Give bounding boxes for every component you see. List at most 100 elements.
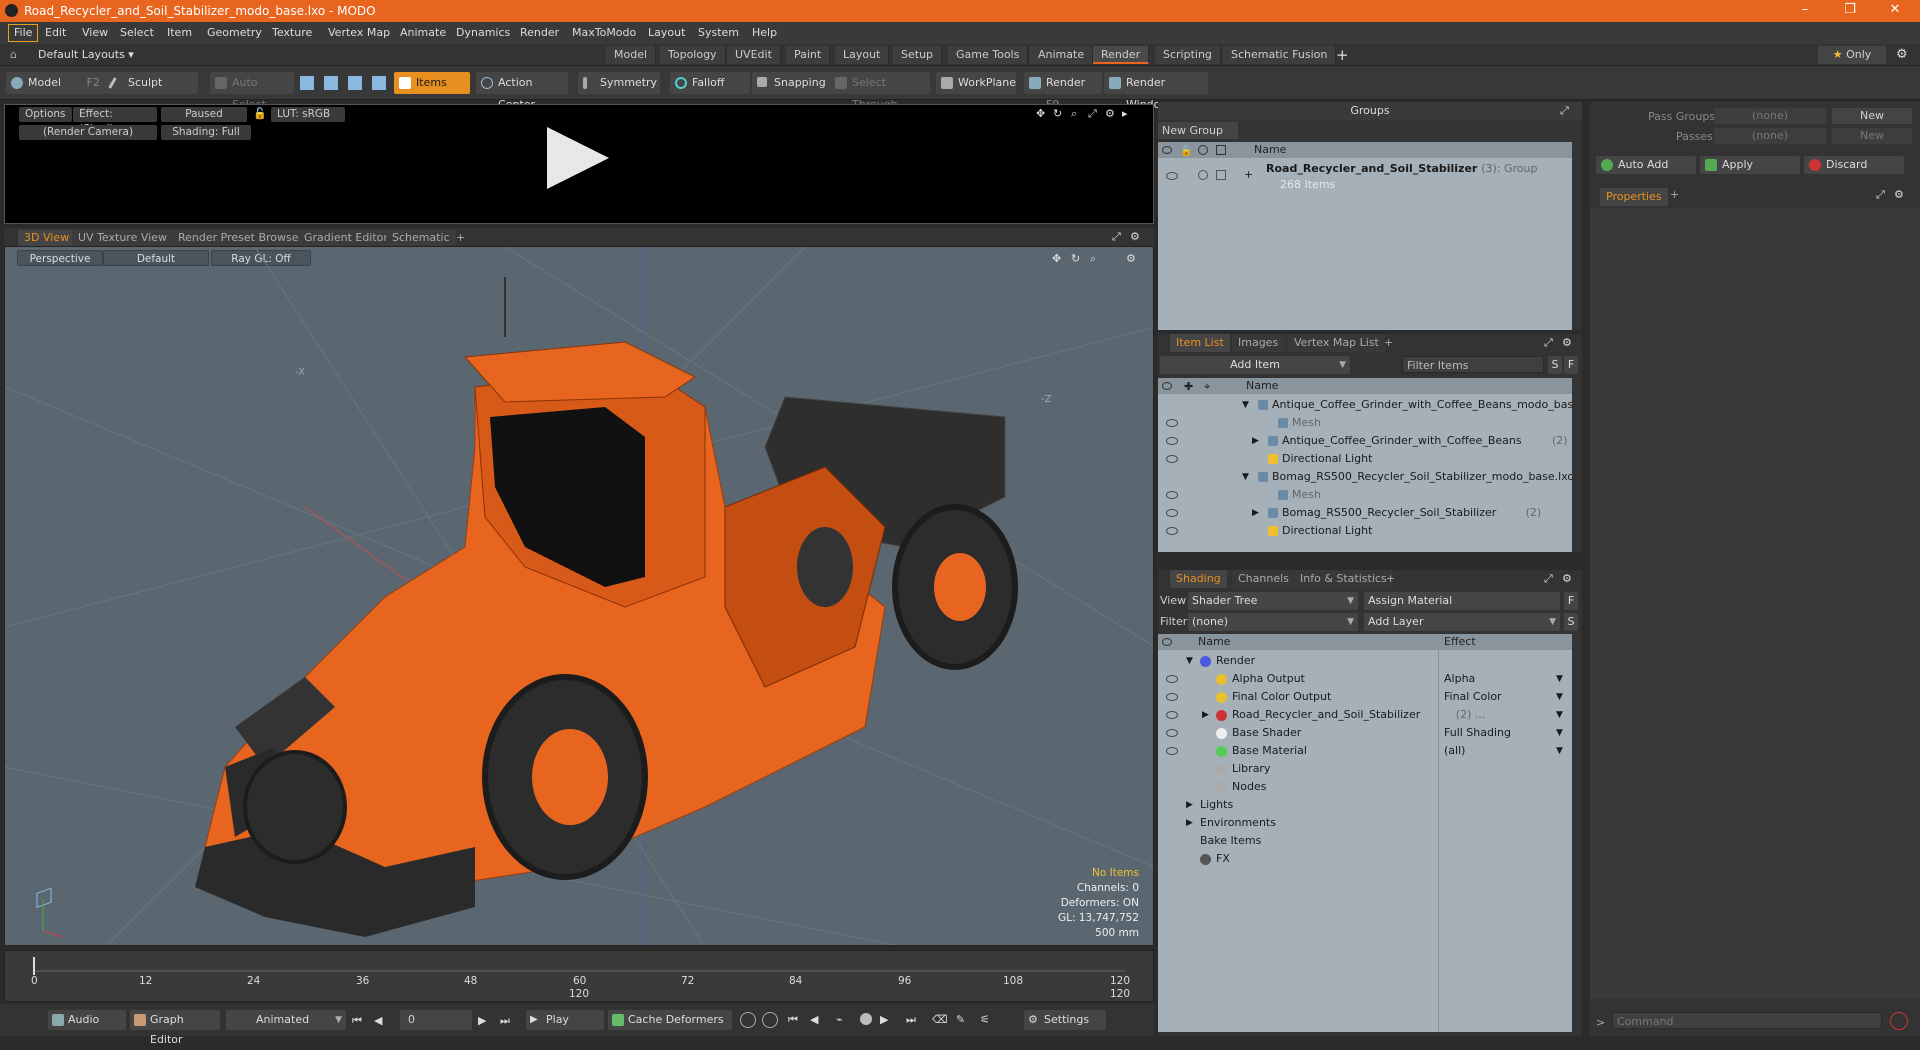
- maximize-button[interactable]: ❐: [1830, 2, 1870, 17]
- animated-dropdown[interactable]: Animated ▼: [226, 1010, 346, 1030]
- add-tab-button[interactable]: +: [1336, 46, 1349, 64]
- tab-properties[interactable]: Properties: [1600, 188, 1668, 206]
- tab-setup[interactable]: Setup: [893, 46, 943, 64]
- item-visibility-eye-icon[interactable]: [1166, 527, 1178, 535]
- items-mode-button[interactable]: Items: [394, 72, 470, 94]
- tab-schematic[interactable]: Schematic: [386, 230, 456, 246]
- add-properties-tab[interactable]: +: [1670, 188, 1679, 201]
- rotate-icon[interactable]: ↻: [1053, 108, 1064, 119]
- shader-expand-icon[interactable]: ▶: [1186, 814, 1193, 832]
- item-row[interactable]: ▶ Bomag_RS500_Recycler_Soil_Stabilizer (2): [1158, 504, 1572, 522]
- graph-editor-button[interactable]: Graph Editor: [130, 1010, 220, 1046]
- group-visibility-eye-icon[interactable]: [1166, 172, 1178, 180]
- gear-icon[interactable]: ⚙: [1896, 47, 1908, 62]
- last-frame-icon[interactable]: ⏭: [500, 1014, 510, 1028]
- menu-select[interactable]: Select: [120, 26, 154, 39]
- shader-row[interactable]: ▶ Environments: [1158, 814, 1572, 832]
- shader-row[interactable]: ▶ Lights: [1158, 796, 1572, 814]
- effect-dropdown-icon[interactable]: ▼: [1556, 742, 1563, 760]
- tab-channels[interactable]: Channels: [1232, 570, 1295, 588]
- select-col-icon[interactable]: [1216, 145, 1226, 155]
- shader-effect-column[interactable]: Effect: [1444, 634, 1476, 650]
- item-visibility-eye-icon[interactable]: [1166, 491, 1178, 499]
- tab-schematic-fusion[interactable]: Schematic Fusion: [1223, 46, 1337, 64]
- symmetry-button[interactable]: Symmetry: [578, 72, 660, 94]
- groups-maximize-icon[interactable]: ⤢: [1560, 104, 1569, 118]
- command-input[interactable]: Command: [1612, 1012, 1882, 1029]
- item-visibility-eye-icon[interactable]: [1166, 437, 1178, 445]
- tab-info-statistics[interactable]: Info & Statistics: [1294, 570, 1393, 588]
- key-prev-icon[interactable]: ⏮: [788, 1013, 798, 1027]
- record-icon[interactable]: [860, 1013, 872, 1025]
- item-visibility-eye-icon[interactable]: [1166, 455, 1178, 463]
- key-delete-icon[interactable]: ⌫: [932, 1013, 948, 1026]
- close-button[interactable]: ✕: [1875, 2, 1915, 17]
- new-group-button[interactable]: New Group: [1158, 122, 1238, 139]
- tab-uv-texture-view[interactable]: UV Texture View: [72, 230, 173, 246]
- filter-dropdown[interactable]: (none) ▼: [1188, 613, 1358, 631]
- groups-name-column[interactable]: Name: [1254, 142, 1286, 158]
- prev-frame-icon[interactable]: ◀: [374, 1014, 382, 1027]
- shader-row[interactable]: Base Shader Full Shading ▼: [1158, 724, 1572, 742]
- frame-input[interactable]: 0: [400, 1010, 472, 1030]
- tab-images[interactable]: Images: [1232, 334, 1285, 352]
- item-name-column[interactable]: Name: [1246, 378, 1278, 394]
- playhead[interactable]: [33, 957, 35, 975]
- item-row[interactable]: ▶ Antique_Coffee_Grinder_with_Coffee_Bean…: [1158, 432, 1572, 450]
- add-shading-tab[interactable]: +: [1380, 570, 1401, 588]
- key-filter-icon[interactable]: ⚟: [980, 1013, 990, 1026]
- shader-name-column[interactable]: Name: [1198, 634, 1230, 650]
- group-row[interactable]: + Road_Recycler_and_Soil_Stabilizer (3):…: [1158, 160, 1572, 194]
- properties-maximize-icon[interactable]: ⤢: [1876, 188, 1885, 202]
- shader-expand-icon[interactable]: ▼: [1186, 652, 1193, 670]
- tab-game-tools[interactable]: Game Tools: [948, 46, 1029, 64]
- shader-row[interactable]: ▼ Render: [1158, 652, 1572, 670]
- tab-uvedit[interactable]: UVEdit: [727, 46, 781, 64]
- menu-item[interactable]: Item: [167, 26, 192, 39]
- shader-effect-value[interactable]: (all): [1444, 742, 1465, 760]
- add-panel-tab[interactable]: +: [1378, 334, 1399, 352]
- next-frame-icon[interactable]: ▶: [478, 1014, 486, 1027]
- 3d-viewport[interactable]: Perspective Default Ray GL: Off ✥ ↻ ⌕ ⚙: [4, 246, 1154, 946]
- item-expand-icon[interactable]: ▼: [1242, 396, 1249, 414]
- menu-maxtomodo[interactable]: MaxToModo: [572, 26, 636, 39]
- add-item-dropdown[interactable]: Add Item ▼: [1160, 356, 1350, 374]
- zoom-icon[interactable]: ⌕: [1071, 108, 1082, 119]
- menu-animate[interactable]: Animate: [400, 26, 446, 39]
- shader-row[interactable]: Base Material (all) ▼: [1158, 742, 1572, 760]
- menu-view[interactable]: View: [82, 26, 108, 39]
- shading-f-toggle[interactable]: F: [1564, 592, 1578, 610]
- tab-vertex-map-list[interactable]: Vertex Map List: [1288, 334, 1385, 352]
- pass-groups-dropdown[interactable]: (none): [1714, 108, 1826, 124]
- materials-icon[interactable]: [372, 76, 386, 90]
- item-visibility-eye-icon[interactable]: [1166, 509, 1178, 517]
- itemlist-maximize-icon[interactable]: ⤢: [1544, 336, 1553, 350]
- key-next-icon[interactable]: ⏭: [906, 1013, 916, 1027]
- shader-row[interactable]: ▶ Road_Recycler_and_Soil_Stabilizer (2) ..…: [1158, 706, 1572, 724]
- workplane-button[interactable]: WorkPlane: [936, 72, 1016, 94]
- effect-dropdown-icon[interactable]: ▼: [1556, 688, 1563, 706]
- action-center-button[interactable]: Action Center: [476, 72, 568, 111]
- tab-shading[interactable]: Shading: [1170, 570, 1227, 588]
- add-viewport-tab[interactable]: +: [450, 230, 471, 246]
- tab-model[interactable]: Model: [606, 46, 657, 64]
- shader-visibility-eye-icon[interactable]: [1166, 675, 1178, 683]
- edges-icon[interactable]: [324, 76, 338, 90]
- auto-key-icon[interactable]: [762, 1012, 778, 1028]
- pin-col-icon[interactable]: ⌖: [1204, 379, 1210, 395]
- key-type-icon[interactable]: ⌁: [836, 1013, 843, 1026]
- shader-visibility-eye-icon[interactable]: [1166, 711, 1178, 719]
- preview-effect-dropdown[interactable]: Effect: (Shadi...: [73, 107, 157, 135]
- item-row[interactable]: Directional Light: [1158, 522, 1572, 540]
- group-render-icon[interactable]: [1198, 170, 1208, 180]
- move-icon[interactable]: ✥: [1036, 108, 1047, 119]
- cache-deformers-button[interactable]: Cache Deformers: [608, 1010, 732, 1030]
- model-mode-button[interactable]: Model F2: [6, 72, 106, 94]
- shader-effect-value[interactable]: Alpha: [1444, 670, 1475, 688]
- item-row[interactable]: Directional Light: [1158, 450, 1572, 468]
- properties-gear-icon[interactable]: ⚙: [1894, 188, 1904, 201]
- groups-list[interactable]: 🔓 Name + Road_Recycler_and_Soil_Stabiliz…: [1158, 142, 1572, 330]
- shader-visibility-eye-icon[interactable]: [1166, 747, 1178, 755]
- search-toggle[interactable]: S: [1548, 356, 1562, 374]
- lock-col-icon[interactable]: 🔓: [1180, 144, 1192, 160]
